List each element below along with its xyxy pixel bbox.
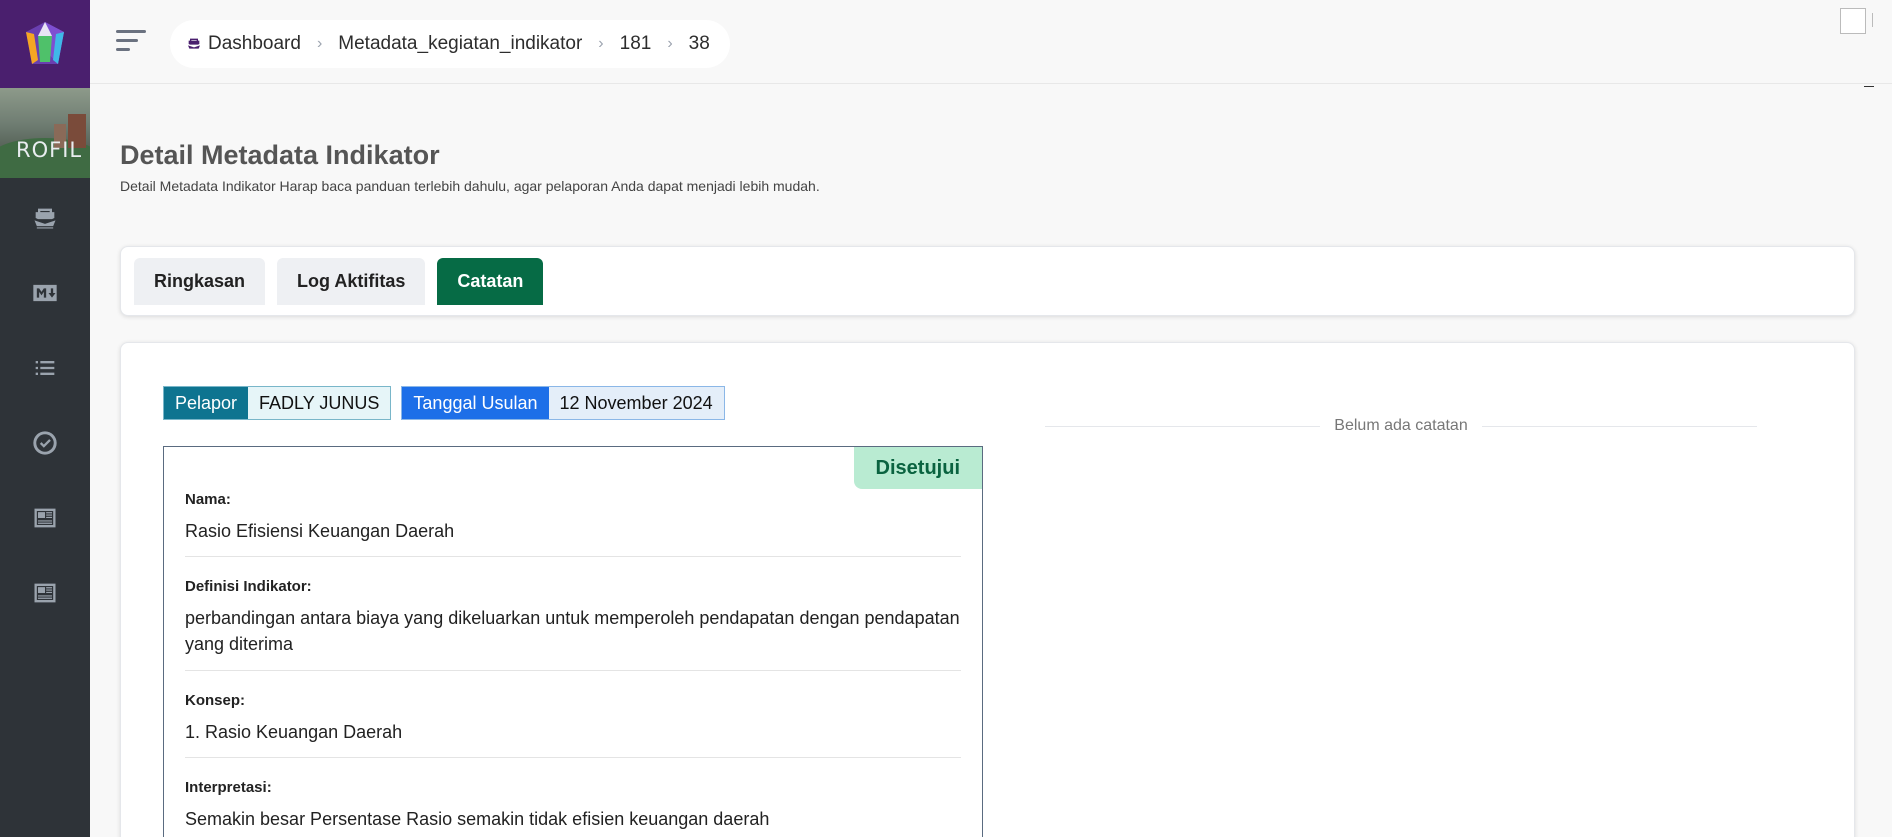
tab-ringkasan[interactable]: Ringkasan bbox=[134, 258, 266, 305]
chevron-right-icon: › bbox=[667, 35, 673, 52]
breadcrumb-id-38: 38 bbox=[689, 33, 710, 55]
page-title: Detail Metadata Indikator bbox=[120, 140, 440, 170]
status-badge: Disetujui bbox=[853, 447, 982, 489]
ship-icon bbox=[34, 208, 56, 228]
field-label: Nama: bbox=[185, 491, 231, 508]
avatar[interactable] bbox=[1840, 8, 1873, 34]
date-label: Tanggal Usulan bbox=[402, 387, 549, 419]
page-subtitle: Detail Metadata Indikator Harap baca pan… bbox=[120, 178, 820, 194]
date-chip: Tanggal Usulan 12 November 2024 bbox=[401, 386, 725, 420]
field-label: Interpretasi: bbox=[185, 779, 272, 796]
tab-catatan[interactable]: Catatan bbox=[437, 258, 544, 305]
breadcrumb-label: Dashboard bbox=[208, 33, 301, 54]
field-value: Rasio Efisiensi Keuangan Daerah bbox=[185, 521, 455, 541]
divider bbox=[1864, 86, 1874, 87]
breadcrumb-label: 38 bbox=[688, 33, 710, 54]
sidebar-banner: ROFIL bbox=[0, 88, 90, 178]
date-value: 12 November 2024 bbox=[548, 387, 724, 419]
breadcrumb-metadata[interactable]: Metadata_kegiatan_indikator bbox=[338, 33, 582, 55]
sidebar-item-markdown[interactable] bbox=[0, 255, 90, 330]
breadcrumb-label: Metadata_kegiatan_indikator bbox=[338, 33, 583, 54]
reporter-value: FADLY JUNUS bbox=[248, 387, 391, 419]
field-interpretasi: Interpretasi: Semakin besar Persentase R… bbox=[185, 779, 961, 837]
field-value: Semakin besar Persentase Rasio semakin t… bbox=[185, 809, 770, 829]
tabs-card: Ringkasan Log Aktifitas Catatan bbox=[120, 246, 1855, 316]
newspaper-icon bbox=[34, 583, 56, 602]
field-value: perbandingan antara biaya yang dikeluark… bbox=[185, 608, 960, 654]
breadcrumb-label: 181 bbox=[619, 33, 652, 54]
check-circle-icon bbox=[33, 430, 57, 455]
breadcrumb-dashboard[interactable]: Dashboard bbox=[186, 33, 301, 55]
sidebar-item-report[interactable] bbox=[0, 480, 90, 555]
reporter-label: Pelapor bbox=[164, 387, 249, 419]
newspaper-icon bbox=[34, 508, 56, 527]
sidebar-item-approval[interactable] bbox=[0, 405, 90, 480]
app-logo[interactable] bbox=[0, 0, 90, 88]
tab-log-aktifitas[interactable]: Log Aktifitas bbox=[277, 258, 426, 305]
field-definisi: Definisi Indikator: perbandingan antara … bbox=[185, 578, 961, 671]
sidebar-item-dashboard[interactable] bbox=[0, 180, 90, 255]
sidebar-item-report-2[interactable] bbox=[0, 555, 90, 630]
field-value: 1. Rasio Keuangan Daerah bbox=[185, 722, 403, 742]
reporter-chip: Pelapor FADLY JUNUS bbox=[163, 386, 392, 420]
ship-icon bbox=[188, 38, 200, 49]
empty-notes-text: Belum ada catatan bbox=[1334, 417, 1468, 434]
list-icon bbox=[35, 360, 55, 375]
notes-card: Pelapor FADLY JUNUS Tanggal Usulan 12 No… bbox=[120, 342, 1855, 837]
chevron-right-icon: › bbox=[316, 35, 323, 52]
top-bar: Dashboard › Metadata_kegiatan_indikator … bbox=[90, 0, 1892, 87]
banner-brand-text: ROFIL bbox=[16, 138, 83, 162]
chevron-right-icon: › bbox=[598, 35, 604, 52]
breadcrumb-id-181[interactable]: 181 bbox=[620, 33, 652, 55]
breadcrumb: Dashboard › Metadata_kegiatan_indikator … bbox=[170, 20, 730, 68]
gem-logo-icon bbox=[26, 22, 64, 64]
field-label: Konsep: bbox=[185, 692, 245, 709]
detail-box: Disetujui Nama: Rasio Efisiensi Keuangan… bbox=[163, 446, 983, 837]
field-konsep: Konsep: 1. Rasio Keuangan Daerah bbox=[185, 692, 961, 758]
info-chips: Pelapor FADLY JUNUS Tanggal Usulan 12 No… bbox=[163, 386, 735, 420]
sidebar-item-list[interactable] bbox=[0, 330, 90, 405]
markdown-icon bbox=[33, 284, 57, 301]
sidebar: ROFIL bbox=[0, 0, 90, 837]
empty-notes-divider: Belum ada catatan bbox=[1045, 417, 1758, 435]
field-nama: Nama: Rasio Efisiensi Keuangan Daerah bbox=[185, 491, 961, 557]
field-label: Definisi Indikator: bbox=[185, 578, 312, 595]
menu-toggle-icon[interactable] bbox=[116, 30, 148, 52]
